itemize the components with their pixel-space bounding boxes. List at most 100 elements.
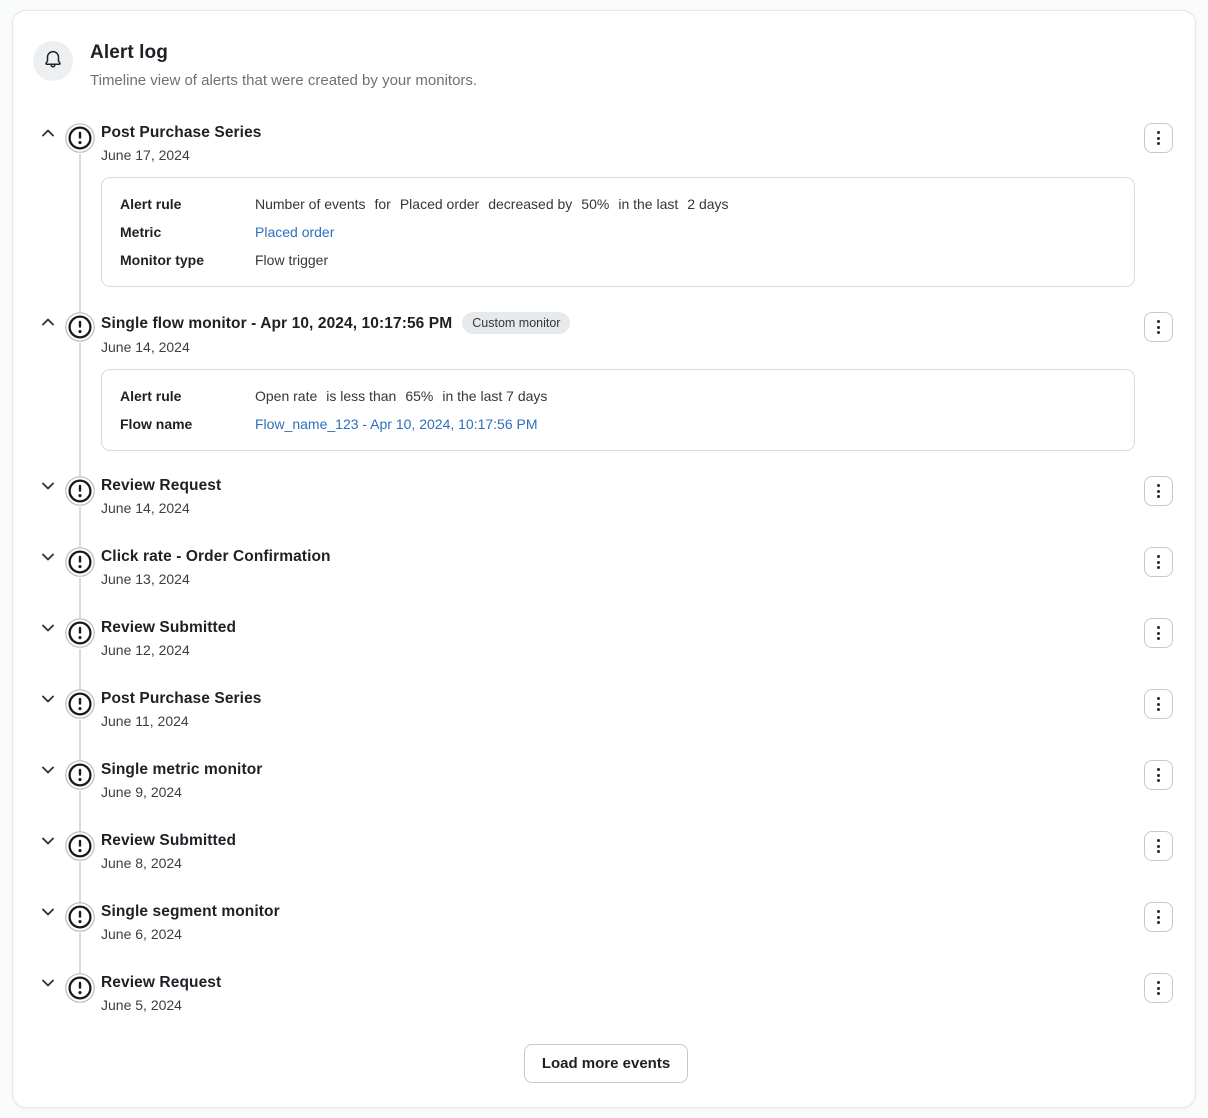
chevron-down-icon: [40, 478, 56, 497]
item-menu-button[interactable]: [1144, 476, 1173, 506]
alert-title: Single metric monitor: [101, 760, 262, 779]
kebab-dot: [1157, 981, 1160, 984]
alert-exclamation-icon: [65, 973, 95, 1003]
timeline-item: Review Submitted June 12, 2024: [39, 618, 1173, 660]
timeline-item: Review Request June 14, 2024: [39, 476, 1173, 518]
alert-title: Review Request: [101, 476, 221, 495]
alert-exclamation-icon: [65, 123, 95, 153]
alert-title: Post Purchase Series: [101, 123, 262, 142]
kebab-dot: [1157, 320, 1160, 323]
chevron-down-icon: [40, 691, 56, 710]
alert-title: Single segment monitor: [101, 902, 280, 921]
chevron-down-icon: [40, 549, 56, 568]
kebab-dot: [1157, 768, 1160, 771]
detail-value: Open rateis less than65%in the last 7 da…: [255, 386, 1116, 406]
kebab-dot: [1157, 137, 1160, 140]
alert-date: June 6, 2024: [101, 925, 1135, 944]
item-menu-button[interactable]: [1144, 689, 1173, 719]
alert-exclamation-icon: [65, 831, 95, 861]
timeline-item-content: Single metric monitor June 9, 2024: [101, 760, 1173, 802]
item-menu-button[interactable]: [1144, 973, 1173, 1003]
expand-toggle-button[interactable]: [39, 550, 56, 567]
rule-segment: decreased by: [488, 196, 572, 212]
rule-segment: 50%: [581, 196, 609, 212]
expand-toggle-button[interactable]: [39, 126, 56, 143]
chevron-down-icon: [40, 620, 56, 639]
load-more-container: Load more events: [39, 1044, 1173, 1083]
kebab-dot: [1157, 142, 1160, 145]
timeline-item-content: Review Request June 14, 2024: [101, 476, 1173, 518]
item-menu-button[interactable]: [1144, 618, 1173, 648]
timeline-item-content: Click rate - Order Confirmation June 13,…: [101, 547, 1173, 589]
detail-row: Monitor typeFlow trigger: [120, 250, 1116, 270]
rule-segment: in the last 7 days: [442, 388, 547, 404]
chevron-down-icon: [40, 762, 56, 781]
chevron-up-icon: [40, 314, 56, 333]
alert-date: June 12, 2024: [101, 641, 1135, 660]
alert-title: Post Purchase Series: [101, 689, 262, 708]
detail-link[interactable]: Placed order: [255, 224, 334, 240]
kebab-dot: [1157, 708, 1160, 711]
rule-segment: Placed order: [400, 196, 479, 212]
kebab-dot: [1157, 495, 1160, 498]
kebab-dot: [1157, 774, 1160, 777]
alert-exclamation-icon: [65, 547, 95, 577]
bell-avatar: [33, 41, 73, 81]
kebab-dot: [1157, 632, 1160, 635]
detail-link[interactable]: Flow_name_123 - Apr 10, 2024, 10:17:56 P…: [255, 416, 538, 432]
expand-toggle-button[interactable]: [39, 834, 56, 851]
timeline-item: Review Submitted June 8, 2024: [39, 831, 1173, 873]
alert-detail-card: Alert ruleOpen rateis less than65%in the…: [101, 369, 1135, 451]
rule-segment: for: [375, 196, 391, 212]
alert-date: June 8, 2024: [101, 854, 1135, 873]
kebab-dot: [1157, 916, 1160, 919]
kebab-dot: [1157, 555, 1160, 558]
alert-title: Review Submitted: [101, 831, 236, 850]
page-title: Alert log: [90, 41, 477, 65]
kebab-dot: [1157, 326, 1160, 329]
expand-toggle-button[interactable]: [39, 621, 56, 638]
alert-exclamation-icon: [65, 760, 95, 790]
alert-date: June 13, 2024: [101, 570, 1135, 589]
alert-exclamation-icon: [65, 902, 95, 932]
item-menu-button[interactable]: [1144, 547, 1173, 577]
chevron-down-icon: [40, 833, 56, 852]
item-menu-button[interactable]: [1144, 902, 1173, 932]
alert-title: Single flow monitor - Apr 10, 2024, 10:1…: [101, 314, 452, 333]
timeline-item: Click rate - Order Confirmation June 13,…: [39, 547, 1173, 589]
expand-toggle-button[interactable]: [39, 976, 56, 993]
rule-segment: Number of events: [255, 196, 366, 212]
timeline-item: Single flow monitor - Apr 10, 2024, 10:1…: [39, 312, 1173, 451]
alert-date: June 5, 2024: [101, 996, 1135, 1015]
alert-detail-card: Alert ruleNumber of eventsforPlaced orde…: [101, 177, 1135, 287]
kebab-dot: [1157, 910, 1160, 913]
alert-title: Click rate - Order Confirmation: [101, 547, 331, 566]
item-menu-button[interactable]: [1144, 123, 1173, 153]
kebab-dot: [1157, 697, 1160, 700]
timeline-item-content: Post Purchase Series June 11, 2024: [101, 689, 1173, 731]
detail-row: Alert ruleOpen rateis less than65%in the…: [120, 386, 1116, 406]
alert-exclamation-icon: [65, 618, 95, 648]
kebab-dot: [1157, 839, 1160, 842]
item-menu-button[interactable]: [1144, 312, 1173, 342]
page-subtitle: Timeline view of alerts that were create…: [90, 71, 477, 91]
kebab-dot: [1157, 637, 1160, 640]
detail-value: Placed order: [255, 222, 1116, 242]
expand-toggle-button[interactable]: [39, 905, 56, 922]
item-menu-button[interactable]: [1144, 831, 1173, 861]
detail-label: Alert rule: [120, 386, 255, 406]
load-more-button[interactable]: Load more events: [524, 1044, 688, 1083]
item-menu-button[interactable]: [1144, 760, 1173, 790]
expand-toggle-button[interactable]: [39, 479, 56, 496]
expand-toggle-button[interactable]: [39, 692, 56, 709]
timeline-item: Post Purchase Series June 11, 2024: [39, 689, 1173, 731]
expand-toggle-button[interactable]: [39, 315, 56, 332]
kebab-dot: [1157, 987, 1160, 990]
expand-toggle-button[interactable]: [39, 763, 56, 780]
rule-segment: in the last: [618, 196, 678, 212]
chevron-down-icon: [40, 975, 56, 994]
detail-label: Flow name: [120, 414, 255, 434]
timeline-item: Single metric monitor June 9, 2024: [39, 760, 1173, 802]
kebab-dot: [1157, 921, 1160, 924]
timeline-item-content: Single segment monitor June 6, 2024: [101, 902, 1173, 944]
